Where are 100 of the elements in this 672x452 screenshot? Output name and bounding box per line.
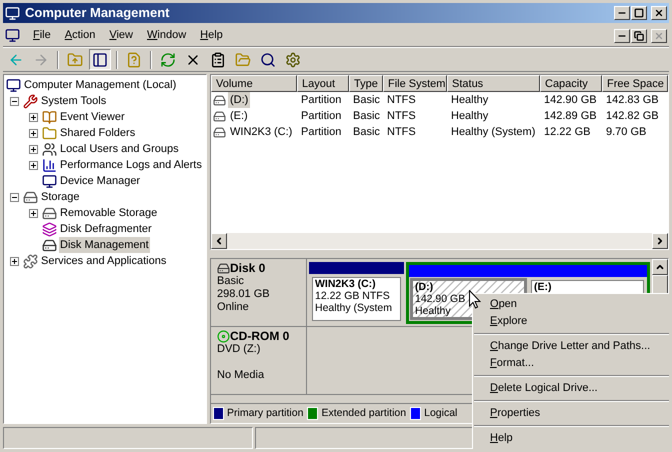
partition-name: WIN2K3 (C:) <box>315 278 376 290</box>
book-icon <box>42 110 57 124</box>
partition-status: Healthy <box>415 305 451 317</box>
column-header[interactable]: Volume <box>211 75 297 92</box>
table-cell-text: 142.90 GB <box>543 92 598 108</box>
expand-toggle[interactable] <box>29 144 38 154</box>
drive-icon <box>213 110 226 122</box>
tree-item[interactable]: Performance Logs and Alerts <box>59 156 203 174</box>
menu-item[interactable]: Action <box>58 27 102 44</box>
table-cell[interactable]: (D:) <box>228 92 250 108</box>
restore-button[interactable] <box>631 28 647 42</box>
collapse-toggle[interactable] <box>10 96 19 106</box>
expand-toggle[interactable] <box>29 128 38 138</box>
horizontal-scrollbar[interactable] <box>211 233 668 249</box>
table-cell-text: NTFS <box>386 92 417 108</box>
search-icon <box>260 52 276 68</box>
table-cell[interactable]: WIN2K3 (C:) <box>228 124 294 140</box>
computer-icon <box>5 6 20 20</box>
refresh-icon <box>160 52 176 68</box>
column-header[interactable]: File System <box>383 75 447 92</box>
menu-item[interactable]: Window <box>140 27 194 44</box>
column-header[interactable]: Free Space <box>602 75 668 92</box>
menu-item[interactable]: Help <box>193 27 230 44</box>
computer-icon <box>42 174 57 188</box>
table-cell-text: 9.70 GB <box>605 124 648 140</box>
tree-item[interactable]: Event Viewer <box>59 108 126 126</box>
disk-status: Online <box>217 301 250 314</box>
column-header[interactable]: Status <box>447 75 540 92</box>
tree-item[interactable]: Shared Folders <box>59 124 136 142</box>
drive-icon <box>23 190 38 204</box>
close-icon <box>654 30 664 40</box>
context-menu-item[interactable]: Change Drive Letter and Paths... <box>473 338 669 355</box>
table-cell[interactable]: (E:) <box>228 108 250 124</box>
maximize-icon <box>634 8 644 18</box>
restore-icon <box>634 30 644 40</box>
plus-icon <box>31 146 36 152</box>
partition-block[interactable]: WIN2K3 (C:) 12.22 GB NTFS Healthy (System <box>312 277 401 321</box>
disk-label-panel[interactable]: Disk 0 Basic 298.01 GB Online <box>211 259 307 326</box>
toolbar-button[interactable] <box>89 49 111 70</box>
help-icon <box>126 52 142 68</box>
expand-toggle[interactable] <box>29 208 38 218</box>
expand-toggle[interactable] <box>29 112 38 122</box>
chart-icon <box>42 158 57 172</box>
plus-icon <box>31 114 36 120</box>
tree-item[interactable]: Local Users and Groups <box>59 140 180 158</box>
drive-icon <box>42 206 57 220</box>
computer-icon <box>6 78 21 92</box>
column-header[interactable]: Capacity <box>540 75 602 92</box>
disk-label-panel[interactable]: CD-ROM 0 DVD (Z:) No Media <box>211 327 307 394</box>
disk-info: 298.01 GB <box>217 288 271 301</box>
tree-item[interactable]: Services and Applications <box>40 252 168 270</box>
scroll-up-button[interactable] <box>652 259 668 275</box>
panel-icon <box>92 52 108 68</box>
context-menu-item[interactable]: Help <box>473 430 669 447</box>
cd-icon <box>217 330 230 343</box>
table-cell-text: NTFS <box>386 124 417 140</box>
table-cell-text: Basic <box>352 108 381 124</box>
table-cell-text: Partition <box>300 108 342 124</box>
expand-toggle[interactable] <box>10 256 19 266</box>
tree-item[interactable]: Disk Defragmenter <box>59 220 153 238</box>
disk-info: Basic <box>217 275 245 288</box>
users-icon <box>42 142 57 156</box>
column-header[interactable]: Type <box>349 75 383 92</box>
tools-icon <box>23 94 38 108</box>
computer-icon <box>5 28 20 43</box>
tree-item[interactable]: Computer Management (Local) <box>23 76 178 94</box>
tree-item[interactable]: System Tools <box>40 92 108 110</box>
defrag-icon <box>42 222 57 236</box>
minimize-button[interactable] <box>614 6 630 20</box>
column-header[interactable]: Layout <box>297 75 349 92</box>
tree-item[interactable]: Disk Management <box>59 236 150 254</box>
drive-icon <box>213 94 226 106</box>
folder-up-icon <box>67 52 83 68</box>
table-cell-text: NTFS <box>386 108 417 124</box>
context-menu-item[interactable]: Properties <box>473 405 669 422</box>
menu-item[interactable]: View <box>102 27 140 44</box>
partition-status: Healthy (System <box>315 302 392 314</box>
close-button[interactable] <box>651 28 667 42</box>
partition-size: 12.22 GB NTFS <box>315 290 390 302</box>
disk-status: No Media <box>217 369 266 382</box>
maximize-button[interactable] <box>631 6 647 20</box>
minus-icon <box>12 194 17 200</box>
table-cell-text: Basic <box>352 124 381 140</box>
tree-item[interactable]: Removable Storage <box>59 204 158 222</box>
menu-item[interactable]: File <box>26 27 58 44</box>
tree-item[interactable]: Storage <box>40 188 81 206</box>
context-menu-item[interactable]: Format... <box>473 355 669 372</box>
drive-icon <box>213 126 226 138</box>
legend-label: Primary partition <box>227 406 304 421</box>
minimize-button[interactable] <box>614 28 630 42</box>
minus-icon <box>12 98 17 104</box>
expand-toggle[interactable] <box>29 160 38 170</box>
table-cell-text: Healthy (System) <box>450 124 536 140</box>
table-cell-text: Partition <box>300 124 342 140</box>
table-cell-text: 142.89 GB <box>543 108 598 124</box>
collapse-toggle[interactable] <box>10 192 19 202</box>
tree-item[interactable]: Device Manager <box>59 172 142 190</box>
context-menu-item[interactable]: Delete Logical Drive... <box>473 380 669 397</box>
close-button[interactable] <box>651 6 667 20</box>
legend-label: Extended partition <box>321 406 406 421</box>
